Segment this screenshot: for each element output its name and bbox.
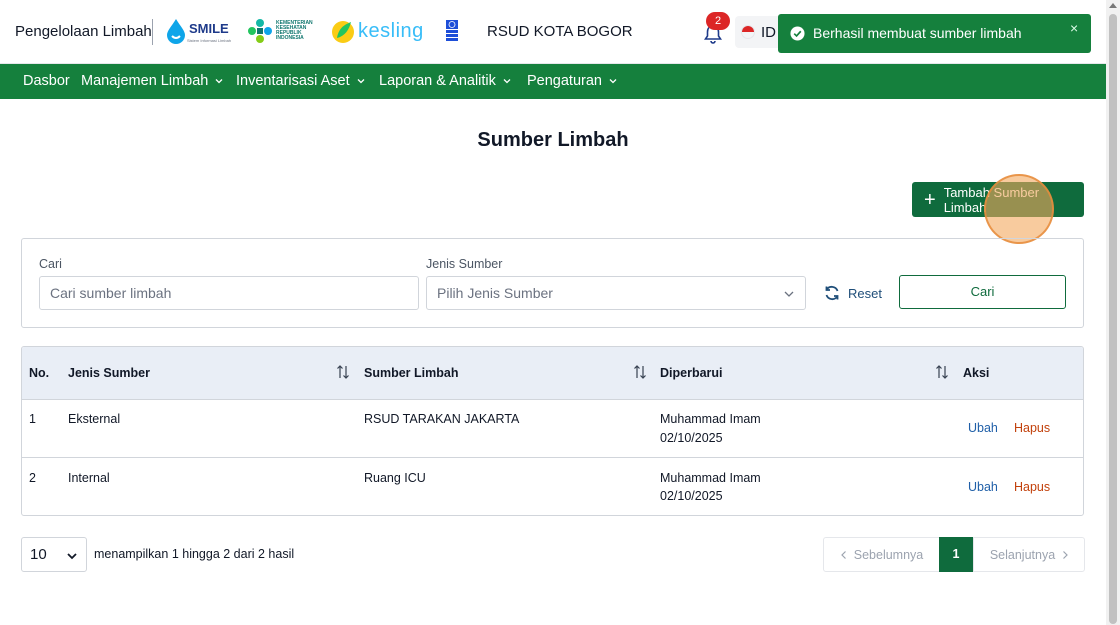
row-updated-date: 02/10/2025 — [660, 431, 723, 445]
smile-logo-text: SMILE — [189, 20, 229, 36]
source-type-label: Jenis Sumber — [426, 257, 503, 271]
table-header: No. Jenis Sumber Sumber Limbah Diperbaru… — [22, 347, 1083, 400]
row-source-name: RSUD TARAKAN JAKARTA — [364, 412, 520, 426]
nav-item-laporan-analitik[interactable]: Laporan & Analitik — [379, 73, 511, 89]
chevron-down-icon — [67, 553, 77, 560]
page-size-select[interactable]: 10 — [21, 537, 87, 572]
success-toast: Berhasil membuat sumber limbah × — [778, 14, 1091, 53]
kemenkes-logo-text: KEMENTERIAN KESEHATAN REPUBLIK INDONESIA — [276, 20, 313, 41]
nav-item-dasbor[interactable]: Dasbor — [23, 73, 70, 89]
nav-item-label: Laporan & Analitik — [379, 73, 496, 89]
leaf-icon — [332, 21, 354, 43]
undp-logo — [446, 20, 458, 44]
nav-item-manajemen-limbah[interactable]: Manajemen Limbah — [81, 73, 223, 89]
column-header-no: No. — [29, 366, 50, 380]
source-type-placeholder: Pilih Jenis Sumber — [437, 285, 553, 301]
page-size-value: 10 — [30, 546, 47, 563]
water-drop-icon — [167, 19, 185, 44]
nav-item-label: Inventarisasi Aset — [236, 73, 350, 89]
smile-logo: SMILE Sistem Informasi Limbah — [165, 18, 231, 44]
app-title: Pengelolaan Limbah — [15, 23, 152, 40]
kemenkes-logo: KEMENTERIAN KESEHATAN REPUBLIK INDONESIA — [247, 18, 313, 44]
nav-item-pengaturan[interactable]: Pengaturan — [527, 73, 617, 89]
search-input[interactable] — [39, 276, 419, 310]
next-page-label: Selanjutnya — [989, 547, 1056, 562]
column-header-diperbarui: Diperbarui — [660, 366, 723, 380]
chevron-down-icon — [357, 79, 365, 84]
result-count-text: menampilkan 1 hingga 2 dari 2 hasil — [94, 547, 295, 561]
previous-page-button[interactable]: Sebelumnya — [824, 538, 939, 571]
filter-panel: Cari Jenis Sumber Pilih Jenis Sumber Res… — [21, 238, 1084, 328]
next-page-button[interactable]: Selanjutnya — [973, 538, 1085, 571]
kesling-logo-text: kesling — [358, 19, 424, 42]
row-source-type: Internal — [68, 471, 110, 485]
nav-item-label: Manajemen Limbah — [81, 73, 209, 89]
page-scrollbar[interactable] — [1106, 0, 1120, 625]
nav-item-label: Dasbor — [23, 73, 70, 89]
chevron-down-icon — [784, 291, 794, 297]
sort-icon[interactable] — [336, 364, 350, 380]
pagination: Sebelumnya 1 Selanjutnya — [823, 537, 1085, 572]
sort-icon[interactable] — [633, 364, 647, 380]
row-updated-date: 02/10/2025 — [660, 489, 723, 503]
close-icon[interactable]: × — [1070, 20, 1078, 36]
previous-page-label: Sebelumnya — [853, 547, 924, 562]
toast-message: Berhasil membuat sumber limbah — [813, 25, 1022, 41]
row-number: 2 — [29, 471, 36, 485]
table-row: 1 Eksternal RSUD TARAKAN JAKARTA Muhamma… — [22, 400, 1083, 458]
add-button-label: Tambah Sumber Limbah — [943, 184, 1040, 215]
waste-source-table: No. Jenis Sumber Sumber Limbah Diperbaru… — [21, 346, 1084, 516]
undp-icon — [446, 20, 458, 41]
column-header-sumber-limbah: Sumber Limbah — [364, 366, 459, 380]
check-circle-icon — [790, 26, 805, 41]
page-title: Sumber Limbah — [477, 129, 629, 151]
row-source-name: Ruang ICU — [364, 471, 426, 485]
row-source-type: Eksternal — [68, 412, 121, 426]
row-updated-by: Muhammad Imam — [660, 412, 761, 426]
row-updated-by: Muhammad Imam — [660, 471, 761, 485]
plus-icon: + — [924, 188, 936, 211]
reset-button[interactable]: Reset — [823, 284, 882, 302]
delete-link[interactable]: Hapus — [1014, 421, 1050, 435]
main-nav: Dasbor Manajemen Limbah Inventarisasi As… — [0, 64, 1106, 99]
table-row: 2 Internal Ruang ICU Muhammad Imam 02/10… — [22, 458, 1083, 515]
refresh-icon — [825, 285, 839, 301]
kemenkes-emblem-icon — [248, 19, 272, 43]
chevron-right-icon — [1063, 550, 1069, 559]
add-waste-source-button[interactable]: + Tambah Sumber Limbah — [912, 182, 1084, 217]
chevron-down-icon — [503, 79, 511, 84]
chevron-left-icon — [840, 550, 846, 559]
smile-logo-subtext: Sistem Informasi Limbah — [187, 37, 232, 43]
search-button[interactable]: Cari — [899, 275, 1066, 309]
notification-badge: 2 — [706, 12, 730, 30]
kesling-logo: kesling — [331, 18, 424, 44]
column-header-jenis-sumber: Jenis Sumber — [68, 366, 150, 380]
edit-link[interactable]: Ubah — [968, 480, 998, 494]
search-label: Cari — [39, 257, 62, 271]
nav-item-label: Pengaturan — [527, 73, 602, 89]
hospital-name: RSUD KOTA BOGOR — [487, 23, 633, 40]
scroll-thumb[interactable] — [1109, 14, 1117, 624]
language-code: ID — [761, 24, 776, 41]
row-number: 1 — [29, 412, 36, 426]
delete-link[interactable]: Hapus — [1014, 480, 1050, 494]
header-divider — [152, 19, 153, 45]
chevron-down-icon — [609, 79, 617, 84]
indonesia-flag-icon — [741, 25, 755, 39]
edit-link[interactable]: Ubah — [968, 421, 998, 435]
reset-label: Reset — [848, 285, 882, 301]
scroll-up-arrow-icon[interactable] — [1109, 3, 1117, 8]
nav-item-inventarisasi-aset[interactable]: Inventarisasi Aset — [236, 73, 365, 89]
chevron-down-icon — [215, 79, 223, 84]
source-type-select[interactable]: Pilih Jenis Sumber — [426, 276, 806, 310]
sort-icon[interactable] — [935, 364, 949, 380]
current-page-button[interactable]: 1 — [939, 537, 973, 572]
column-header-aksi: Aksi — [963, 366, 990, 380]
